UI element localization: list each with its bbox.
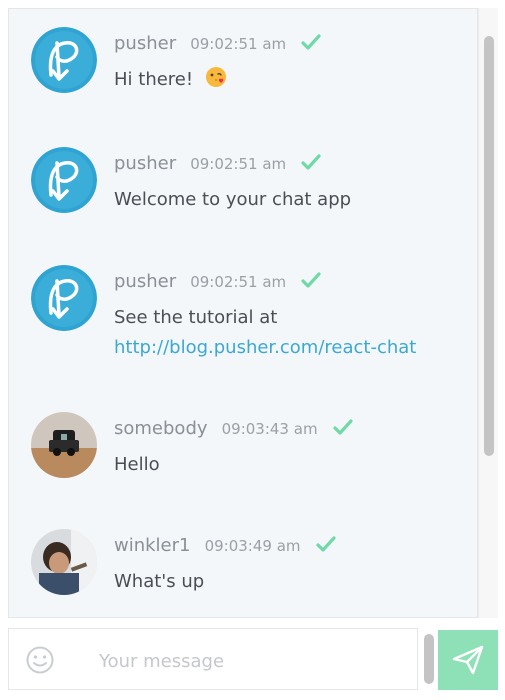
message-text: See the tutorial at http://blog.pusher.c…: [114, 303, 416, 363]
author-name: winkler1: [114, 535, 191, 556]
check-icon: [301, 34, 321, 50]
message-meta: somebody 09:03:43 am: [114, 418, 353, 439]
paper-plane-icon: [452, 645, 484, 675]
author-name: pusher: [114, 153, 177, 174]
composer: [8, 628, 498, 690]
check-icon: [301, 154, 321, 170]
message-list[interactable]: pusher 09:02:51 am Hi there! pusher 09:0…: [8, 8, 478, 618]
author-name: pusher: [114, 33, 177, 54]
input-scrollbar[interactable]: [424, 634, 434, 684]
user-photo-icon: [31, 529, 97, 595]
author-name: pusher: [114, 271, 177, 292]
message-meta: winkler1 09:03:49 am: [114, 535, 336, 556]
message-text: Hello: [114, 454, 160, 475]
pusher-logo-icon: [31, 147, 97, 213]
avatar: [31, 147, 97, 213]
timestamp: 09:03:43 am: [221, 420, 318, 438]
scrollbar-thumb[interactable]: [484, 36, 494, 456]
message-scrollbar[interactable]: [478, 8, 498, 618]
message-meta: pusher 09:02:51 am: [114, 33, 321, 54]
send-button[interactable]: [438, 630, 498, 690]
avatar: [31, 529, 97, 595]
message-input-box: [8, 628, 418, 690]
timestamp: 09:02:51 am: [190, 155, 287, 173]
message-body: See the tutorial at: [114, 307, 278, 328]
message-meta: pusher 09:02:51 am: [114, 271, 321, 292]
message-text: What's up: [114, 571, 205, 592]
timestamp: 09:02:51 am: [190, 273, 287, 291]
message-body: Hi there!: [114, 69, 194, 90]
avatar: [31, 412, 97, 478]
check-icon: [301, 272, 321, 288]
author-name: somebody: [114, 418, 208, 439]
avatar: [31, 27, 97, 93]
message-text: Welcome to your chat app: [114, 189, 352, 210]
kiss-emoji-icon: [205, 67, 226, 87]
message-meta: pusher 09:02:51 am: [114, 153, 321, 174]
smiley-icon[interactable]: [25, 645, 55, 675]
tutorial-link[interactable]: http://blog.pusher.com/react-chat: [114, 337, 416, 358]
check-icon: [316, 536, 336, 552]
pusher-logo-icon: [31, 265, 97, 331]
message-text: Hi there!: [114, 65, 227, 95]
check-icon: [333, 419, 353, 435]
timestamp: 09:03:49 am: [204, 537, 301, 555]
pusher-logo-icon: [31, 27, 97, 93]
avatar: [31, 265, 97, 331]
message-input[interactable]: [97, 643, 401, 679]
user-photo-icon: [31, 412, 97, 478]
timestamp: 09:02:51 am: [190, 35, 287, 53]
